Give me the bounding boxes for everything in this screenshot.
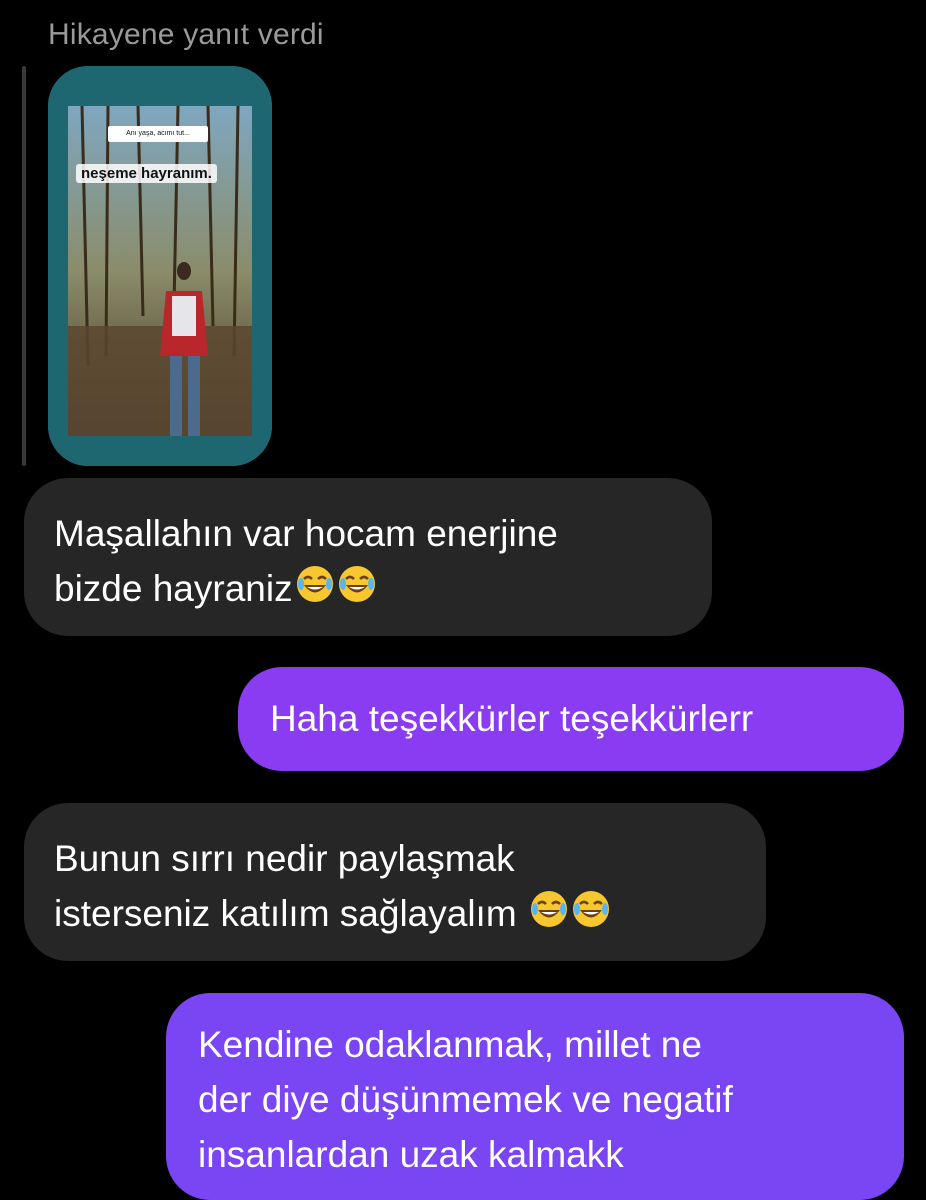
reply-indicator-bar	[22, 66, 26, 466]
message-text: Kendine odaklanmak, millet ne der diye d…	[198, 1024, 733, 1175]
story-caption: neşeme hayranım.	[76, 164, 217, 183]
story-small-caption: Anı yaşa, acımı tut...	[108, 126, 208, 142]
message-text: Bunun sırrı nedir paylaşmak isterseniz k…	[54, 838, 517, 934]
message-bubble-outgoing[interactable]: Haha teşekkürler teşekkürlerr	[238, 667, 904, 771]
message-bubble-incoming[interactable]: Maşallahın var hocam enerjine bizde hayr…	[24, 478, 712, 636]
face-with-tears-of-joy-icon	[337, 564, 377, 619]
message-bubble-incoming[interactable]: Bunun sırrı nedir paylaşmak isterseniz k…	[24, 803, 766, 961]
story-thumbnail[interactable]: Anı yaşa, acımı tut... neşeme hayranım.	[48, 66, 272, 466]
face-with-tears-of-joy-icon	[295, 564, 335, 619]
face-with-tears-of-joy-icon	[529, 889, 569, 944]
face-with-tears-of-joy-icon	[571, 889, 611, 944]
message-text: Haha teşekkürler teşekkürlerr	[270, 698, 754, 739]
message-bubble-outgoing[interactable]: Kendine odaklanmak, millet ne der diye d…	[166, 993, 904, 1200]
story-reply-label: Hikayene yanıt verdi	[48, 18, 324, 51]
